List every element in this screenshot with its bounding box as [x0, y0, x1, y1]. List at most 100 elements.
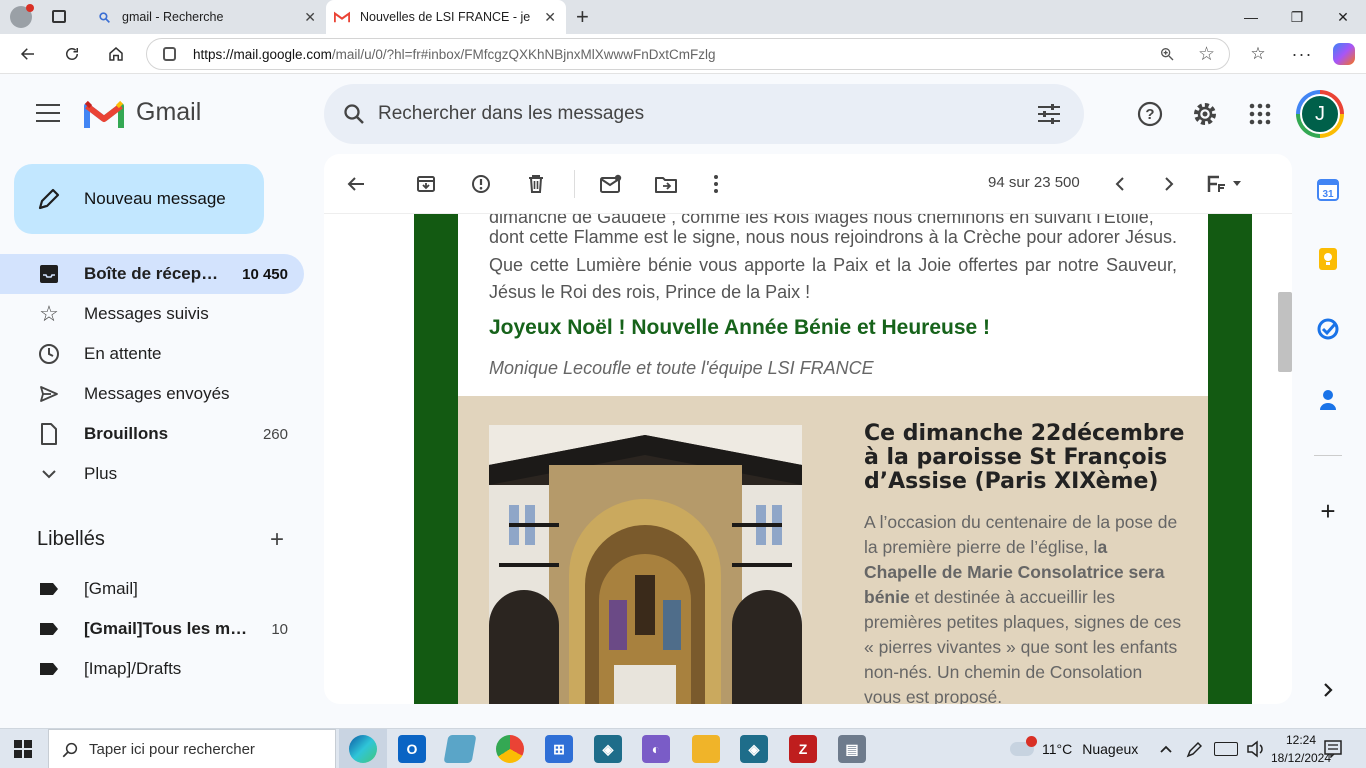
- sidebar-item-starred[interactable]: ☆ Messages suivis: [0, 294, 304, 334]
- more-vert-icon[interactable]: [704, 172, 728, 196]
- tasks-icon[interactable]: [1314, 315, 1342, 343]
- gmail-logo-icon[interactable]: [84, 98, 124, 130]
- sidebar-label-gmail[interactable]: [Gmail]: [0, 569, 304, 609]
- font-size-icon[interactable]: [1204, 172, 1244, 196]
- edge-icon[interactable]: [349, 735, 377, 763]
- help-icon[interactable]: ?: [1134, 98, 1166, 130]
- sidebar-item-snoozed[interactable]: En attente: [0, 334, 304, 374]
- event-text-part: et destinée à accueillir les premières p…: [864, 587, 1182, 704]
- new-tab-icon[interactable]: +: [576, 4, 589, 30]
- account-avatar[interactable]: J: [1296, 90, 1344, 138]
- tab-actions-icon[interactable]: [52, 10, 66, 23]
- sidebar-item-drafts[interactable]: Brouillons 260: [0, 414, 304, 454]
- event-description: A l’occasion du centenaire de la pose de…: [864, 510, 1184, 704]
- search-input[interactable]: [378, 98, 1018, 130]
- inbox-icon: [38, 263, 60, 285]
- file-explorer-icon[interactable]: [692, 735, 720, 763]
- chevron-up-icon[interactable]: [1160, 741, 1172, 759]
- gear-icon[interactable]: [1189, 98, 1221, 130]
- sidebar-label-all-mail[interactable]: [Gmail]Tous les m… 10: [0, 609, 304, 649]
- draft-count: 260: [262, 425, 288, 443]
- gmail-wordmark: Gmail: [136, 98, 202, 126]
- zoom-icon[interactable]: [1159, 46, 1175, 65]
- mark-unread-icon[interactable]: [599, 172, 623, 196]
- chevron-left-icon[interactable]: [1108, 172, 1132, 196]
- outlook-icon[interactable]: O: [398, 735, 426, 763]
- chevron-right-icon[interactable]: [1157, 172, 1181, 196]
- back-icon[interactable]: [14, 40, 42, 68]
- site-info-icon[interactable]: [163, 47, 176, 61]
- compose-button[interactable]: Nouveau message: [14, 164, 264, 234]
- search-options-icon[interactable]: [1036, 102, 1062, 126]
- search-icon[interactable]: [342, 102, 366, 126]
- get-addons-icon[interactable]: +: [1314, 496, 1342, 526]
- apps-grid-icon[interactable]: [1244, 98, 1276, 130]
- close-icon[interactable]: ✕: [304, 9, 316, 26]
- system-clock[interactable]: 12:24 18/12/2024: [1270, 731, 1332, 767]
- pen-icon[interactable]: [1186, 740, 1203, 763]
- sidebar-item-more[interactable]: Plus: [0, 454, 304, 494]
- sidebar-item-inbox[interactable]: Boîte de récep… 10 450: [0, 254, 304, 294]
- expand-panel-icon[interactable]: [1314, 676, 1342, 704]
- tab-gmail-search[interactable]: gmail - Recherche ✕: [88, 0, 326, 34]
- sidebar-item-sent[interactable]: Messages envoyés: [0, 374, 304, 414]
- copilot-icon[interactable]: [1330, 40, 1358, 68]
- main-menu-icon[interactable]: [36, 104, 60, 122]
- message-panel: 94 sur 23 500 dimanche de Gaudete , comm…: [324, 154, 1292, 704]
- church-interior-image[interactable]: [489, 425, 802, 704]
- window-close-icon[interactable]: ✕: [1320, 0, 1366, 34]
- sidebar-item-label: Messages envoyés: [84, 384, 230, 403]
- move-to-icon[interactable]: [654, 172, 678, 196]
- close-icon[interactable]: ✕: [544, 9, 556, 26]
- calendar-icon[interactable]: 31: [1314, 176, 1342, 204]
- keep-icon[interactable]: [1314, 245, 1342, 273]
- label-icon: [38, 618, 60, 640]
- vpn-app-icon[interactable]: ◈: [594, 735, 622, 763]
- contacts-icon[interactable]: [1314, 386, 1342, 414]
- profile-icon[interactable]: [10, 4, 34, 28]
- media-app-icon[interactable]: ◐: [642, 735, 670, 763]
- speaker-icon[interactable]: [1246, 740, 1266, 763]
- maximize-icon[interactable]: ❐: [1274, 0, 1320, 34]
- filezilla-icon[interactable]: Z: [789, 735, 817, 763]
- keyboard-icon[interactable]: [1214, 742, 1238, 756]
- report-spam-icon[interactable]: [469, 172, 493, 196]
- tab-lsi-france[interactable]: Nouvelles de LSI FRANCE - jeanyv ✕: [326, 0, 566, 34]
- back-icon[interactable]: [344, 172, 368, 196]
- minimize-icon[interactable]: —: [1228, 0, 1274, 34]
- sidebar-label-imap-drafts[interactable]: [Imap]/Drafts: [0, 649, 304, 689]
- archive-icon[interactable]: [414, 172, 438, 196]
- notifications-icon[interactable]: [1324, 740, 1342, 763]
- browser-tab-bar: gmail - Recherche ✕ Nouvelles de LSI FRA…: [0, 0, 1366, 34]
- scrollbar-thumb[interactable]: [1278, 292, 1292, 372]
- store-icon[interactable]: ⊞: [545, 735, 573, 763]
- event-section: Ce dimanche 22décembre à la paroisse St …: [458, 396, 1208, 704]
- side-panel-divider: [1314, 455, 1342, 456]
- windows-start-icon[interactable]: [14, 740, 32, 758]
- network-app-icon[interactable]: ◈: [740, 735, 768, 763]
- tab-title: Nouvelles de LSI FRANCE - jeanyv: [360, 10, 530, 24]
- favorite-star-icon[interactable]: ☆: [1198, 43, 1215, 66]
- cloud-icon: [1010, 736, 1037, 756]
- delete-icon[interactable]: [524, 172, 548, 196]
- add-label-icon[interactable]: +: [270, 528, 284, 552]
- message-paragraph: dimanche de Gaudete , comme les Rois Mag…: [489, 207, 1177, 307]
- sidebar-item-label: Boîte de récep…: [84, 264, 219, 283]
- chrome-icon[interactable]: [496, 735, 524, 763]
- favorites-icon[interactable]: ☆: [1244, 40, 1272, 68]
- taskbar-search[interactable]: Taper ici pour rechercher: [48, 729, 336, 768]
- clock-date: 18/12/2024: [1270, 751, 1332, 765]
- search-icon: [61, 741, 79, 763]
- reload-icon[interactable]: [58, 40, 86, 68]
- home-icon[interactable]: [102, 40, 130, 68]
- send-icon: [38, 383, 60, 405]
- url-field[interactable]: https://mail.google.com/mail/u/0/?hl=fr#…: [146, 38, 1230, 70]
- address-bar: https://mail.google.com/mail/u/0/?hl=fr#…: [0, 34, 1366, 74]
- greeting-heading: Joyeux Noël ! Nouvelle Année Bénie et He…: [489, 316, 991, 339]
- weather-widget[interactable]: 11°C Nuageux: [1010, 729, 1138, 768]
- sidebar-item-label: Plus: [84, 464, 118, 483]
- settings-more-icon[interactable]: ···: [1288, 40, 1316, 68]
- taskbar-search-placeholder: Taper ici pour rechercher: [89, 740, 255, 758]
- notes-app-icon[interactable]: [443, 735, 477, 763]
- remote-app-icon[interactable]: ▤: [838, 735, 866, 763]
